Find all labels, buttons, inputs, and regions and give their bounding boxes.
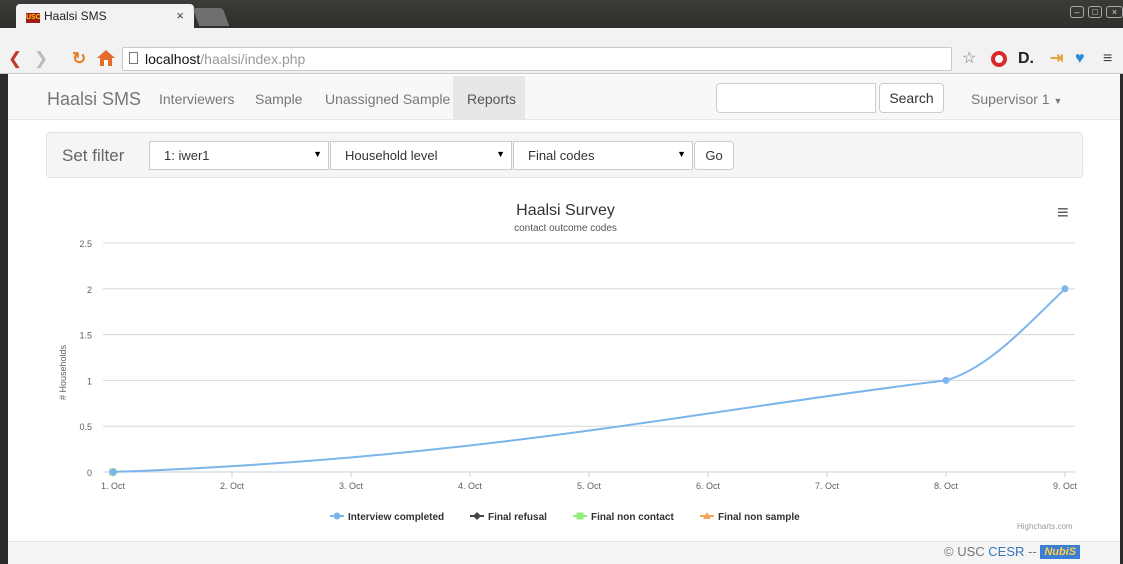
footer-separator: --: [1028, 544, 1037, 559]
data-point: [942, 376, 950, 384]
y-tick-label: 2.5: [79, 239, 92, 249]
data-point: [333, 512, 341, 520]
x-tick-label: 5. Oct: [577, 481, 602, 491]
y-tick-label: 1.5: [79, 331, 92, 341]
data-point: [473, 512, 481, 520]
data-point: [576, 512, 584, 520]
copyright-text: © USC: [944, 544, 985, 559]
x-tick-label: 4. Oct: [458, 481, 483, 491]
y-tick-label: 0.5: [79, 422, 92, 432]
x-tick-label: 9. Oct: [1053, 481, 1078, 491]
x-tick-label: 3. Oct: [339, 481, 364, 491]
data-point: [109, 468, 117, 476]
nubis-logo: NubiS: [1040, 545, 1081, 559]
data-point: [1061, 285, 1069, 293]
legend-label[interactable]: Final non sample: [718, 512, 800, 523]
chart-canvas: 0 0.5 1 1.5 2 2.5 # Households 1. Oct 2. Oct 3. O…: [58, 239, 1078, 523]
x-tick-label: 7. Oct: [815, 481, 840, 491]
x-tick-label: 1. Oct: [101, 481, 126, 491]
y-tick-label: 0: [87, 468, 92, 478]
chart-credits[interactable]: Highcharts.com: [1017, 522, 1073, 531]
legend-label[interactable]: Interview completed: [348, 512, 444, 523]
x-tick-label: 2. Oct: [220, 481, 245, 491]
scrollbar[interactable]: [1114, 76, 1120, 541]
legend-label[interactable]: Final refusal: [488, 512, 547, 523]
legend-label[interactable]: Final non contact: [591, 512, 674, 523]
x-tick-label: 8. Oct: [934, 481, 959, 491]
y-tick-label: 2: [87, 285, 92, 295]
y-axis-title: # Households: [58, 344, 68, 400]
cesr-link[interactable]: CESR: [988, 544, 1024, 559]
x-tick-label: 6. Oct: [696, 481, 721, 491]
y-tick-label: 1: [87, 376, 92, 386]
copyright: © USC CESR -- NubiS: [944, 544, 1081, 559]
